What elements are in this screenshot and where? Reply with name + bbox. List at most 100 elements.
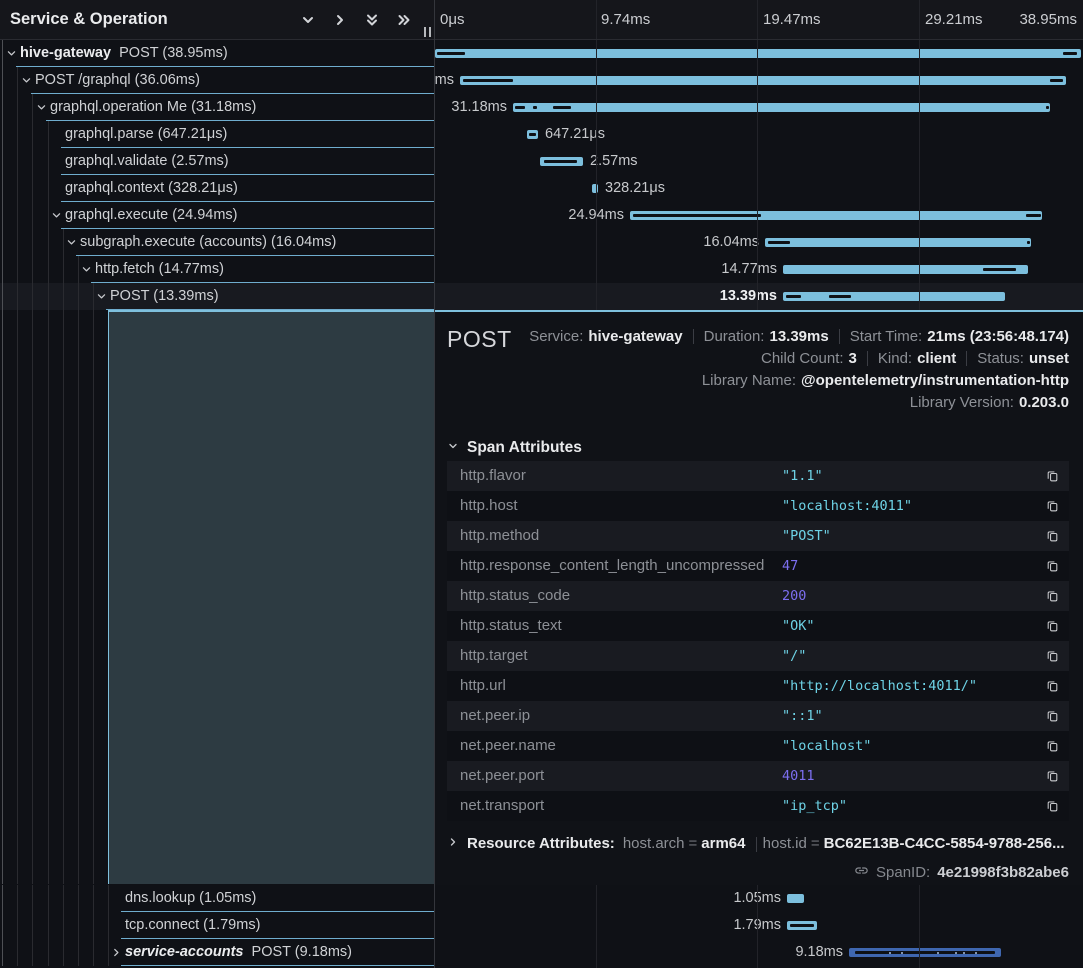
resource-attributes-row[interactable]: Resource Attributes: host.arch=arm64 hos… [447,835,1065,852]
span-tree-row[interactable]: service-accounts POST (9.18ms) [0,939,434,966]
indent-guide [63,229,64,256]
child-span-stripe [1046,106,1049,109]
copy-button[interactable] [1044,708,1060,724]
span-event-dot [963,952,965,954]
copy-button[interactable] [1044,528,1060,544]
copy-button[interactable] [1044,678,1060,694]
axis-tick: 38.95ms [1019,0,1077,39]
span-duration-label: 13.39ms [435,283,777,310]
span-bar-row[interactable]: 24.94ms [435,202,1083,229]
span-bar-row[interactable]: 9.18ms [435,939,1083,966]
span-bar[interactable] [765,238,1031,247]
span-bar-row[interactable]: 1.79ms [435,912,1083,939]
double-chevron-down-icon[interactable] [363,11,380,28]
copy-button[interactable] [1044,468,1060,484]
indent-guide [2,885,3,912]
span-label: subgraph.execute (accounts) (16.04ms) [80,229,336,256]
meta-label: Service: [529,328,583,345]
selected-span-spacer [108,310,434,884]
chevron-down-icon[interactable] [21,67,32,94]
copy-button[interactable] [1044,768,1060,784]
indent-guide [17,885,18,912]
indent-guide [93,283,94,310]
child-span-stripe [1063,52,1077,55]
span-tree-row[interactable]: hive-gateway POST (38.95ms) [0,40,434,67]
chevron-down-icon[interactable] [51,202,62,229]
span-bar-row[interactable]: 31.18ms [435,94,1083,121]
meta-value: 13.39ms [769,328,828,345]
span-bar-row[interactable]: 328.21μs [435,175,1083,202]
indent-guide [2,148,3,175]
span-tree-row[interactable]: subgraph.execute (accounts) (16.04ms) [0,229,434,256]
indent-guide [48,939,49,966]
span-tree-row[interactable]: dns.lookup (1.05ms) [0,885,434,912]
copy-button[interactable] [1044,558,1060,574]
span-bar[interactable] [513,103,1050,112]
span-bar[interactable] [630,211,1042,220]
attribute-value: "http://localhost:4011/" [782,671,977,701]
span-bar[interactable] [540,157,583,166]
span-tree-row[interactable]: graphql.execute (24.94ms) [0,202,434,229]
span-bar[interactable] [783,292,1005,301]
copy-button[interactable] [1044,498,1060,514]
copy-button[interactable] [1044,588,1060,604]
meta-value: unset [1029,350,1069,367]
attribute-value: "1.1" [782,461,823,491]
chevron-right-icon[interactable] [111,939,122,966]
attribute-value: "/" [782,641,806,671]
span-bar-row[interactable] [435,40,1083,67]
span-tree-row[interactable]: POST /graphql (36.06ms) [0,67,434,94]
span-bar-row[interactable]: 647.21μs [435,121,1083,148]
span-bar[interactable] [787,894,804,903]
attribute-row: net.peer.port4011 [447,761,1069,791]
span-tree-row[interactable]: graphql.validate (2.57ms) [0,148,434,175]
span-tree-row[interactable]: graphql.parse (647.21μs) [0,121,434,148]
link-icon[interactable] [854,863,869,882]
indent-guide [2,912,3,939]
span-detail-title: POST [447,326,512,353]
indent-guide [108,885,109,912]
gridline [596,885,597,968]
span-bar-row[interactable]: 14.77ms [435,256,1083,283]
span-bar[interactable] [849,948,1001,957]
span-bar-row[interactable]: 1.05ms [435,885,1083,912]
span-bar[interactable] [527,130,538,139]
chevron-down-icon[interactable] [96,283,107,310]
child-span-stripe [790,924,814,927]
attribute-key: http.method [460,521,539,551]
span-bar-row[interactable]: 13.39ms [435,283,1083,310]
span-bar-row[interactable]: 2.57ms [435,148,1083,175]
span-bar[interactable] [460,76,1066,85]
span-tree-row[interactable]: graphql.context (328.21μs) [0,175,434,202]
span-tree-row[interactable]: graphql.operation Me (31.18ms) [0,94,434,121]
copy-button[interactable] [1044,738,1060,754]
chevron-down-icon[interactable] [299,11,316,28]
span-bar-row[interactable]: 36.06ms [435,67,1083,94]
copy-button[interactable] [1044,798,1060,814]
indent-guide [78,912,79,939]
chevron-down-icon[interactable] [81,256,92,283]
copy-button[interactable] [1044,648,1060,664]
span-bar-row[interactable]: 16.04ms [435,229,1083,256]
chevron-down-icon[interactable] [6,40,17,67]
resource-divider [756,837,757,852]
span-bar[interactable] [435,49,1081,58]
copy-button[interactable] [1044,618,1060,634]
chevron-down-icon[interactable] [36,94,47,121]
gridline [757,885,758,968]
column-resize-handle[interactable] [424,27,431,37]
span-tree-row[interactable]: http.fetch (14.77ms) [0,256,434,283]
span-bar[interactable] [783,265,1028,274]
span-tree-row[interactable]: POST (13.39ms) [0,283,434,310]
indent-guide [78,939,79,966]
span-tree-row[interactable]: tcp.connect (1.79ms) [0,912,434,939]
chevron-right-icon[interactable] [331,11,348,28]
span-bar[interactable] [787,921,817,930]
span-bar[interactable] [592,184,598,193]
span-label: POST (13.39ms) [110,283,219,310]
attribute-key: http.target [460,641,528,671]
indent-guide [93,912,94,939]
chevron-down-icon[interactable] [66,229,77,256]
span-attributes-header[interactable]: Span Attributes [447,439,582,457]
double-chevron-right-icon[interactable] [395,11,412,28]
